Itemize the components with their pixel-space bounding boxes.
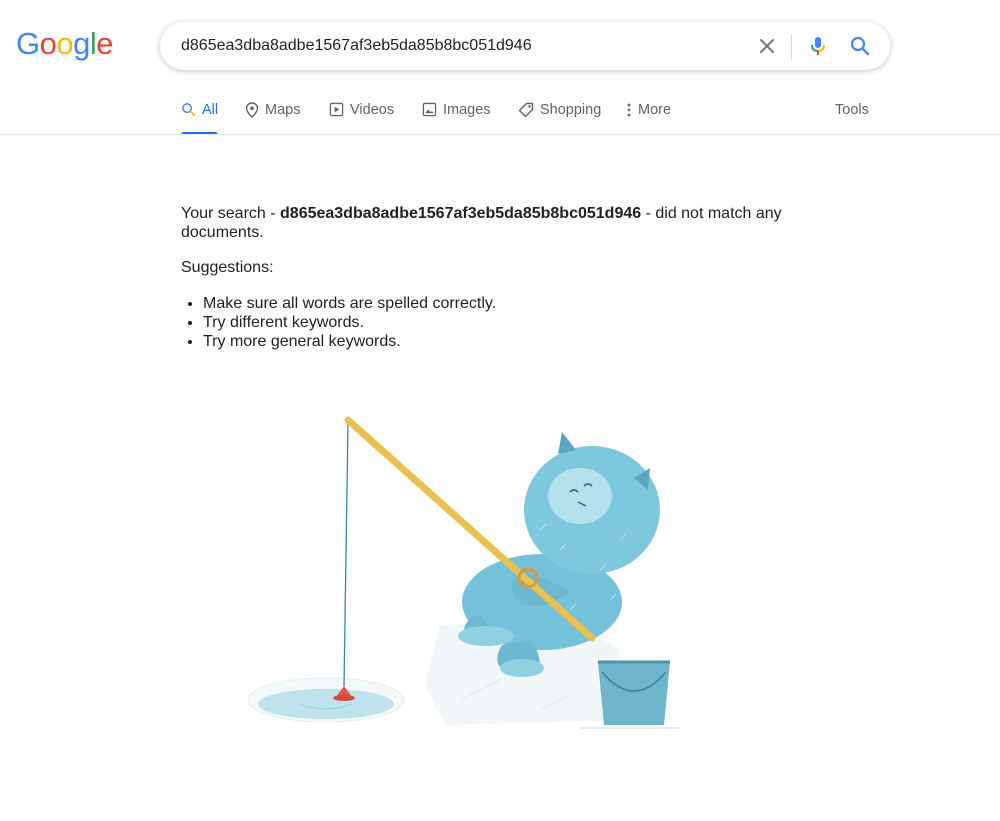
search-box <box>160 22 890 70</box>
tab-all[interactable]: All <box>181 96 219 135</box>
image-icon <box>422 102 437 117</box>
clear-icon[interactable] <box>755 34 779 58</box>
suggestions-title: Suggestions: <box>181 259 274 276</box>
tab-label: More <box>638 102 672 118</box>
no-results-query: d865ea3dba8adbe1567af3eb5da85b8bc051d946 <box>280 205 642 222</box>
map-pin-icon <box>245 102 259 118</box>
no-results-illustration <box>240 410 700 745</box>
tab-label: Shopping <box>540 102 602 118</box>
list-item: Try different keywords. <box>203 313 496 332</box>
logo-letter: g <box>73 26 90 61</box>
logo-letter: e <box>96 26 114 61</box>
tab-videos[interactable]: Videos <box>329 96 394 134</box>
logo-letter: G <box>16 26 40 61</box>
tab-label: Videos <box>350 102 395 118</box>
logo-letter: o <box>56 26 74 61</box>
tab-more[interactable]: More <box>626 96 671 134</box>
list-item: Make sure all words are spelled correctl… <box>203 294 496 313</box>
logo-letter: o <box>39 26 57 61</box>
suggestions-list: Make sure all words are spelled correctl… <box>181 294 496 351</box>
tab-shopping[interactable]: Shopping <box>518 96 601 134</box>
search-icon <box>182 103 195 116</box>
tab-images[interactable]: Images <box>422 96 491 134</box>
header-divider <box>0 134 1000 135</box>
no-results-message: Your search - d865ea3dba8adbe1567af3eb5d… <box>181 204 841 242</box>
microphone-icon[interactable] <box>806 34 830 58</box>
video-play-icon <box>329 102 344 117</box>
tab-label: Maps <box>265 102 301 118</box>
list-item: Try more general keywords. <box>203 332 496 351</box>
tab-maps[interactable]: Maps <box>245 96 300 134</box>
tools-button[interactable]: Tools <box>835 102 869 118</box>
tab-label: Images <box>443 102 491 118</box>
more-vert-icon <box>627 103 631 117</box>
search-icon[interactable] <box>848 34 872 58</box>
search-divider <box>791 34 792 60</box>
google-logo[interactable]: Google <box>16 26 114 61</box>
tag-icon <box>518 102 534 118</box>
no-results-prefix: Your search - <box>181 205 281 222</box>
search-input[interactable] <box>181 34 741 58</box>
tab-label: All <box>202 102 219 118</box>
